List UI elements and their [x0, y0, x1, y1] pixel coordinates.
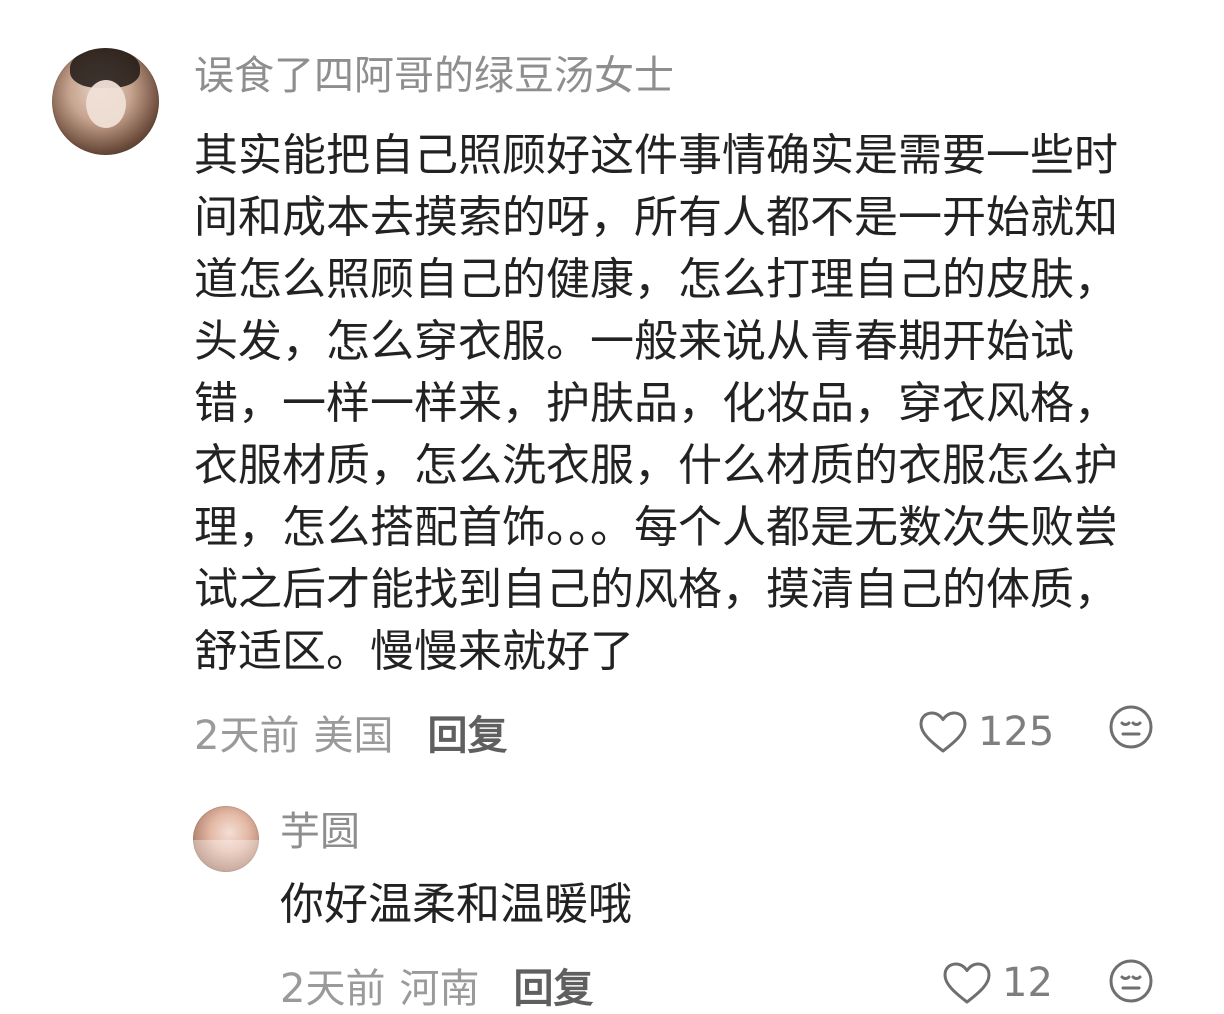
neutral-face-icon: [1108, 704, 1154, 750]
like-count: 125: [978, 709, 1055, 755]
dislike-button[interactable]: [1108, 958, 1154, 1004]
reply-item: 芋圆 你好温柔和温暖哦 2天前 河南 回复 12: [0, 800, 1224, 1013]
reply-button[interactable]: 回复: [427, 703, 507, 761]
heart-outline-icon: [942, 961, 992, 1005]
reply-location: 河南: [399, 966, 480, 1012]
reply-button[interactable]: 回复: [513, 956, 593, 1014]
comment-meta: 2天前 美国 回复: [194, 702, 507, 762]
avatar[interactable]: [193, 806, 259, 872]
reply-meta: 2天前 河南 回复: [280, 956, 593, 1014]
dislike-button[interactable]: [1108, 704, 1154, 750]
avatar[interactable]: [52, 48, 159, 155]
reply-time-location: 2天前 河南: [280, 956, 479, 1014]
like-count: 12: [1002, 960, 1053, 1006]
reply-text: 你好温柔和温暖哦: [280, 879, 632, 930]
reply-time: 2天前: [280, 966, 386, 1012]
like-button[interactable]: 125: [918, 702, 1054, 762]
like-button[interactable]: 12: [942, 954, 1053, 1012]
comment-item: 误食了四阿哥的绿豆汤女士 其实能把自己照顾好这件事情确实是需要一些时间和成本去摸…: [0, 0, 1224, 790]
comment-text: 其实能把自己照顾好这件事情确实是需要一些时间和成本去摸索的呀，所有人都不是一开始…: [194, 130, 1118, 677]
heart-outline-icon: [918, 710, 968, 754]
comment-location: 美国: [313, 713, 394, 759]
comment-time: 2天前: [194, 713, 300, 759]
reply-username[interactable]: 芋圆: [280, 804, 360, 860]
neutral-face-icon: [1108, 958, 1154, 1004]
comment-time-location: 2天前 美国: [194, 703, 393, 761]
comment-username[interactable]: 误食了四阿哥的绿豆汤女士: [194, 48, 674, 104]
